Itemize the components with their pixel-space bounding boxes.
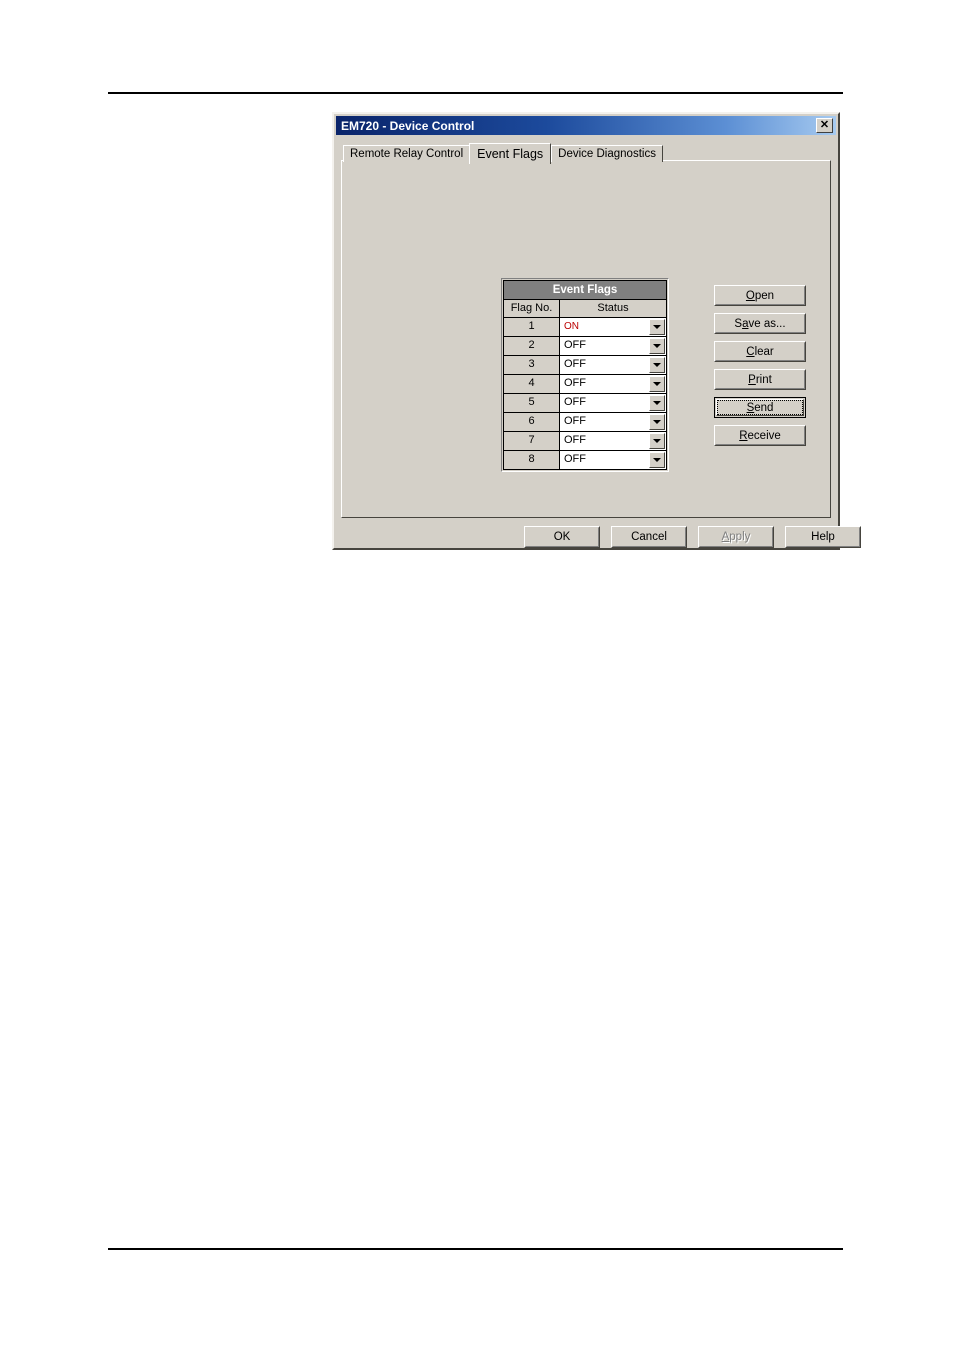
chevron-down-glyph [653,344,661,348]
button-label: Help [811,531,835,543]
flag-number: 1 [504,318,560,336]
flag-status-value: OFF [564,377,586,389]
chevron-down-icon[interactable] [649,452,665,468]
chevron-down-icon[interactable] [649,395,665,411]
tab-event-flags[interactable]: Event Flags [469,143,552,164]
ok-button[interactable]: OK [524,526,600,548]
chevron-down-icon[interactable] [649,433,665,449]
column-header-status: Status [560,300,666,317]
button-label: Print [748,374,772,386]
event-flags-table: Event Flags Flag No. Status 1 ON 2 OFF 3 OFF 4… [501,278,669,472]
apply-button: Apply [698,526,774,548]
flag-status-select[interactable]: OFF [560,451,666,469]
chevron-down-glyph [653,325,661,329]
button-label: OK [553,531,571,543]
tab-device-diagnostics[interactable]: Device Diagnostics [551,145,663,162]
flag-status-select[interactable]: OFF [560,337,666,355]
titlebar[interactable]: EM720 - Device Control ✕ [336,116,836,135]
label-accelerator: C [746,345,755,358]
print-button[interactable]: Print [714,369,806,390]
chevron-down-glyph [653,439,661,443]
flag-row: 5 OFF [504,394,666,413]
label-suffix: end [754,401,774,414]
help-button[interactable]: Help [785,526,861,548]
flag-number: 2 [504,337,560,355]
flag-row: 6 OFF [504,413,666,432]
label-suffix: lear [754,345,774,358]
label-accelerator: O [745,289,755,302]
flag-status-value: ON [564,321,579,332]
chevron-down-glyph [653,382,661,386]
button-label: Cancel [631,531,667,543]
page-rule-bottom [108,1248,843,1250]
button-label: Clear [746,346,774,358]
dialog-button-bar: OK Cancel Apply Help [524,526,861,548]
flag-number: 3 [504,356,560,374]
tabstrip: Remote Relay Control Event Flags Device Di… [343,142,664,164]
chevron-down-glyph [653,458,661,462]
chevron-down-icon[interactable] [649,338,665,354]
button-label: Send [747,402,774,414]
flag-status-select[interactable]: OFF [560,375,666,393]
button-label: Receive [739,430,781,442]
label-prefix: S [734,317,743,330]
window-title: EM720 - Device Control [341,118,475,133]
event-flags-header-row: Flag No. Status [504,300,666,318]
clear-button[interactable]: Clear [714,341,806,362]
flag-number: 7 [504,432,560,450]
label-suffix: rint [755,373,772,386]
flag-status-select[interactable]: OFF [560,394,666,412]
flag-status-select[interactable]: ON [560,318,666,336]
flag-status-select[interactable]: OFF [560,432,666,450]
label-accelerator: P [748,373,756,386]
chevron-down-glyph [653,401,661,405]
send-button[interactable]: Send [714,397,806,418]
receive-button[interactable]: Receive [714,425,806,446]
flag-row: 7 OFF [504,432,666,451]
flag-status-select[interactable]: OFF [560,356,666,374]
chevron-down-icon[interactable] [649,414,665,430]
flag-row: 2 OFF [504,337,666,356]
flag-status-value: OFF [564,415,586,427]
flag-status-select[interactable]: OFF [560,413,666,431]
flag-status-value: OFF [564,434,586,446]
chevron-down-icon[interactable] [649,376,665,392]
side-button-group: Open Save as... Clear Print Send Receive [714,285,806,453]
open-button[interactable]: Open [714,285,806,306]
button-label: Apply [722,531,751,543]
chevron-down-icon[interactable] [649,357,665,373]
flag-status-value: OFF [564,358,586,370]
label-suffix: pen [754,289,775,302]
flag-row: 4 OFF [504,375,666,394]
flag-status-value: OFF [564,396,586,408]
label-accelerator: R [739,429,748,442]
flag-number: 8 [504,451,560,469]
event-flags-table-title: Event Flags [504,281,666,300]
tab-panel-event-flags: Event Flags Flag No. Status 1 ON 2 OFF 3 OFF 4… [341,160,831,518]
column-header-flag-no: Flag No. [504,300,560,317]
flag-number: 5 [504,394,560,412]
flag-row: 3 OFF [504,356,666,375]
tab-remote-relay-control[interactable]: Remote Relay Control [343,145,471,162]
label-suffix: pply [729,531,751,543]
flag-row: 8 OFF [504,451,666,470]
cancel-button[interactable]: Cancel [611,526,687,548]
flag-number: 4 [504,375,560,393]
flag-status-value: OFF [564,453,586,465]
label-suffix: eceive [747,429,781,442]
close-icon[interactable]: ✕ [816,118,833,133]
chevron-down-icon[interactable] [649,319,665,335]
flag-status-value: OFF [564,339,586,351]
save-as-button[interactable]: Save as... [714,313,806,334]
button-label: Open [746,290,774,302]
chevron-down-glyph [653,363,661,367]
flag-number: 6 [504,413,560,431]
flag-row: 1 ON [504,318,666,337]
button-label: Save as... [734,318,785,330]
device-control-dialog: EM720 - Device Control ✕ Remote Relay Co… [332,112,861,550]
chevron-down-glyph [653,420,661,424]
page-rule-top [108,92,843,94]
label-suffix: ve as... [748,317,786,330]
